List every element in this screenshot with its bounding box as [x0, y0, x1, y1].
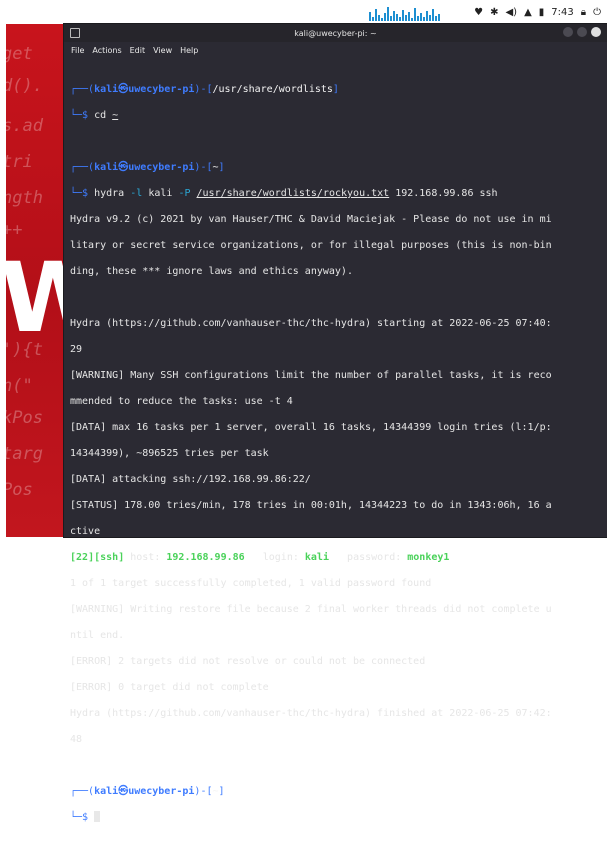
wallpaper-logo: W [6, 242, 64, 354]
output-line: Hydra v9.2 (c) 2021 by van Hauser/THC & … [70, 214, 552, 225]
desktop-wallpaper: get d(). s.ad tri ngth ++ W '){t n(" kPo… [6, 24, 64, 537]
output-line: [DATA] max 16 tasks per 1 server, overal… [70, 422, 552, 433]
power-icon[interactable]: ⏻ [593, 7, 601, 18]
window-title: kali@uwecyber-pi: ~ [294, 28, 377, 38]
volume-icon[interactable]: ◀) [505, 7, 517, 18]
heart-icon[interactable]: ♥ [474, 7, 483, 18]
menu-view[interactable]: View [153, 46, 172, 55]
wallpaper-decoration: Pos [6, 480, 33, 500]
output-line: 48 [70, 734, 83, 745]
system-top-bar: ♥ ✱ ◀) ▲ ▮ 7:43 🔒︎ ⏻ [345, 0, 607, 24]
terminal-output[interactable]: ┌──(kali㉿uwecyber-pi)-[/usr/share/wordli… [64, 58, 607, 850]
menu-actions[interactable]: Actions [92, 46, 121, 55]
prompt-line: ┌──(kali㉿uwecyber-pi)-[/usr/share/wordli… [70, 84, 339, 95]
menu-bar: File Actions Edit View Help [64, 42, 607, 58]
output-line: [WARNING] Many SSH configurations limit … [70, 370, 552, 381]
output-line: [ERROR] 2 targets did not resolve or cou… [70, 656, 426, 667]
command-line: └─$ hydra -l kali -P /usr/share/wordlist… [70, 188, 498, 199]
wallpaper-decoration: s.ad [6, 116, 43, 136]
wallpaper-decoration: ngth [6, 188, 43, 208]
wallpaper-decoration: n(" [6, 376, 33, 396]
menu-edit[interactable]: Edit [130, 46, 146, 55]
clock[interactable]: 7:43 [551, 7, 573, 18]
command-line: └─$ [70, 811, 599, 824]
prompt-line: ┌──(kali㉿uwecyber-pi)-[~] [70, 786, 225, 797]
bluetooth-icon[interactable]: ✱ [490, 7, 498, 18]
maximize-button[interactable] [577, 27, 587, 37]
cpu-graph [369, 3, 440, 21]
output-line: mmended to reduce the tasks: use -t 4 [70, 396, 293, 407]
output-line: litary or secret service organizations, … [70, 240, 552, 251]
wallpaper-decoration: '){t [6, 340, 43, 360]
menu-help[interactable]: Help [180, 46, 198, 55]
output-line: ntil end. [70, 630, 125, 641]
wallpaper-decoration: ++ [6, 220, 23, 240]
output-line: 29 [70, 344, 83, 355]
output-line: 1 of 1 target successfully completed, 1 … [70, 578, 432, 589]
output-line: [ERROR] 0 target did not complete [70, 682, 269, 693]
output-line: [WARNING] Writing restore file because 2… [70, 604, 552, 615]
output-line: ding, these *** ignore laws and ethics a… [70, 266, 353, 277]
wallpaper-decoration: d(). [6, 76, 43, 96]
output-line: 14344399), ~896525 tries per task [70, 448, 269, 459]
bell-icon[interactable]: ▲ [524, 7, 532, 18]
prompt-line: ┌──(kali㉿uwecyber-pi)-[~] [70, 162, 225, 173]
output-line: Hydra (https://github.com/vanhauser-thc/… [70, 318, 552, 329]
wallpaper-decoration: kPos [6, 408, 43, 428]
command-line: └─$ cd ~ [70, 110, 119, 121]
window-icon [70, 28, 80, 38]
wallpaper-decoration: targ [6, 444, 43, 464]
output-line: [DATA] attacking ssh://192.168.99.86:22/ [70, 474, 311, 485]
minimize-button[interactable] [563, 27, 573, 37]
output-line: [STATUS] 178.00 tries/min, 178 tries in … [70, 500, 552, 511]
text-cursor [94, 811, 101, 822]
battery-icon[interactable]: ▮ [539, 7, 545, 18]
wallpaper-decoration: get [6, 44, 33, 64]
lock-icon[interactable]: 🔒︎ [581, 7, 586, 18]
output-line: Hydra (https://github.com/vanhauser-thc/… [70, 708, 552, 719]
output-line: ctive [70, 526, 101, 537]
found-credentials-line: [22][ssh] host: 192.168.99.86 login: kal… [70, 552, 450, 563]
window-titlebar[interactable]: kali@uwecyber-pi: ~ [64, 24, 607, 42]
menu-file[interactable]: File [71, 46, 84, 55]
close-button[interactable] [591, 27, 601, 37]
wallpaper-decoration: tri [6, 152, 33, 172]
terminal-window: kali@uwecyber-pi: ~ File Actions Edit Vi… [64, 24, 607, 823]
